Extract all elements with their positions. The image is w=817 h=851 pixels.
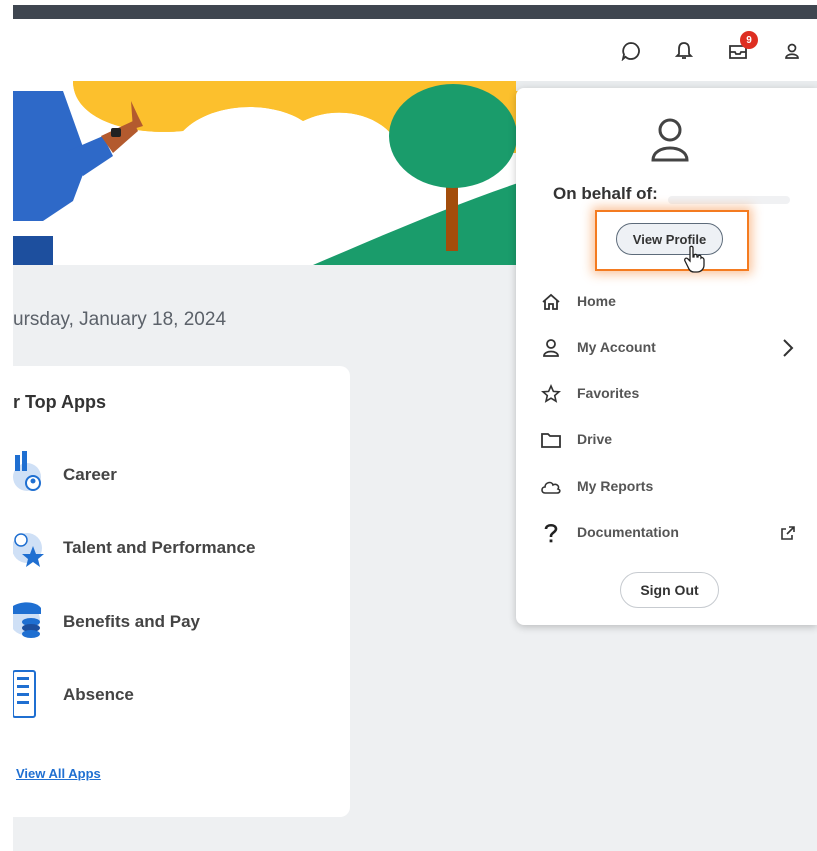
user-menu-icon[interactable] <box>780 39 804 63</box>
talent-icon <box>12 520 49 576</box>
chevron-right-icon[interactable] <box>778 337 798 359</box>
view-all-apps-link[interactable]: View All Apps <box>16 766 101 781</box>
menu-item-label: Favorites <box>577 385 640 401</box>
app-label: Career <box>63 465 117 484</box>
benefits-icon <box>10 594 49 650</box>
menu-item-label: My Reports <box>577 478 654 494</box>
menu-item-label: Documentation <box>577 524 679 540</box>
app-item-talent[interactable]: Talent and Performance <box>12 520 333 576</box>
profile-avatar-icon <box>650 116 690 162</box>
sign-out-button[interactable]: Sign Out <box>620 572 719 608</box>
view-profile-button[interactable]: View Profile <box>616 223 723 255</box>
menu-item-label: Drive <box>577 431 613 447</box>
app-item-benefits[interactable]: Benefits and Pay <box>10 594 333 650</box>
help-icon <box>540 522 562 544</box>
top-apps-card <box>0 366 350 817</box>
menu-item-home[interactable]: Home <box>540 288 802 318</box>
menu-item-label: My Account <box>577 339 656 355</box>
bell-icon[interactable] <box>672 39 696 63</box>
app-label: Absence <box>63 685 134 704</box>
external-link-icon[interactable] <box>778 522 798 544</box>
career-icon <box>13 447 49 503</box>
redacted-name <box>668 196 790 204</box>
home-icon <box>540 291 562 313</box>
app-label: Talent and Performance <box>63 538 256 557</box>
top-strip <box>13 5 817 19</box>
menu-item-my-account[interactable]: My Account <box>540 334 802 364</box>
hand-cursor-icon <box>684 245 706 273</box>
chat-icon[interactable] <box>619 39 643 63</box>
menu-item-my-reports[interactable]: My Reports <box>540 473 802 503</box>
current-date: ursday, January 18, 2024 <box>13 309 227 330</box>
menu-item-label: Home <box>577 293 616 309</box>
header: 9 <box>13 19 817 81</box>
app-item-absence[interactable]: Absence <box>6 667 333 723</box>
inbox-icon[interactable]: 9 <box>726 31 758 63</box>
top-apps-title: r Top Apps <box>13 392 106 412</box>
app-item-career[interactable]: Career <box>13 447 333 503</box>
on-behalf-label: On behalf of: <box>553 184 658 203</box>
folder-icon <box>540 429 562 451</box>
notification-badge: 9 <box>740 31 758 49</box>
menu-item-drive[interactable]: Drive <box>540 426 802 456</box>
absence-icon <box>6 667 49 723</box>
user-icon <box>540 337 562 359</box>
app-label: Benefits and Pay <box>63 612 200 631</box>
menu-item-favorites[interactable]: Favorites <box>540 380 802 410</box>
star-icon <box>540 383 562 405</box>
cloud-icon <box>540 476 562 498</box>
menu-item-documentation[interactable]: Documentation <box>540 519 802 549</box>
